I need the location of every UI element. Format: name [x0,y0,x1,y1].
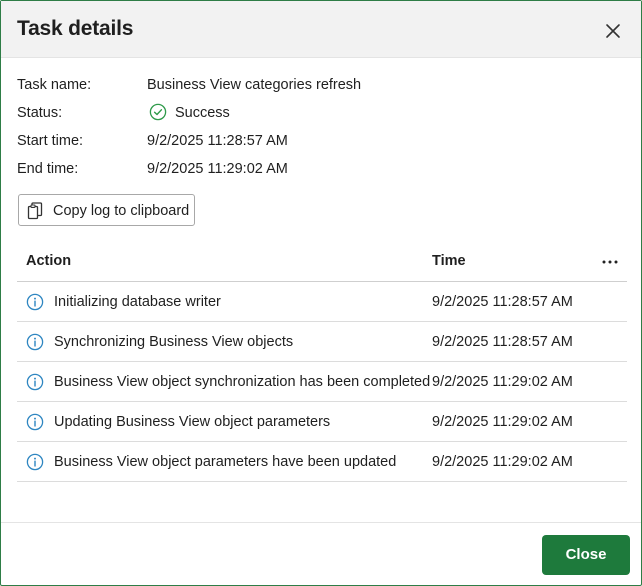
info-icon [26,373,44,391]
dialog-title: Task details [17,17,134,40]
row-action: Business View object parameters have bee… [54,454,397,470]
info-icon [26,293,44,311]
column-header-time[interactable]: Time [432,253,466,269]
row-time: 9/2/2025 11:29:02 AM [432,454,573,470]
table-row[interactable]: Updating Business View object parameters… [17,402,627,442]
task-name-label: Task name: [17,77,92,93]
table-row[interactable]: Initializing database writer 9/2/2025 11… [17,282,627,322]
copy-log-label: Copy log to clipboard [53,203,190,219]
status-label: Status: [17,105,63,121]
more-horizontal-icon[interactable] [601,251,619,271]
row-time: 9/2/2025 11:29:02 AM [432,374,573,390]
start-time-row: Start time: 9/2/2025 11:28:57 AM [17,129,617,157]
column-header-action[interactable]: Action [26,253,71,269]
copy-log-button[interactable]: Copy log to clipboard [18,194,195,226]
dialog-header: Task details [1,1,641,58]
clipboard-icon [27,202,43,220]
row-action: Updating Business View object parameters [54,414,331,430]
table-row[interactable]: Business View object synchronization has… [17,362,627,402]
close-icon[interactable] [601,19,625,43]
end-time-label: End time: [17,161,79,177]
start-time-value: 9/2/2025 11:28:57 AM [147,133,288,149]
task-name-value: Business View categories refresh [147,77,362,93]
task-name-row: Task name: Business View categories refr… [17,73,617,101]
table-header: Action Time [17,241,627,282]
footer-divider [1,522,641,523]
status-row: Status: Success [17,101,617,129]
status-value: Success [175,105,230,121]
info-icon [26,453,44,471]
start-time-label: Start time: [17,133,84,149]
info-icon [26,333,44,351]
row-action: Synchronizing Business View objects [54,334,294,350]
row-action: Business View object synchronization has… [54,374,431,390]
table-row[interactable]: Synchronizing Business View objects 9/2/… [17,322,627,362]
task-details-dialog: Task details Task name: Business View ca… [0,0,642,586]
end-time-value: 9/2/2025 11:29:02 AM [147,161,288,177]
check-circle-icon [149,103,167,121]
end-time-row: End time: 9/2/2025 11:29:02 AM [17,157,617,185]
row-time: 9/2/2025 11:28:57 AM [432,294,573,310]
row-time: 9/2/2025 11:29:02 AM [432,414,573,430]
task-info: Task name: Business View categories refr… [17,73,617,185]
row-action: Initializing database writer [54,294,221,310]
task-log-table: Action Time Initializing database writer… [17,241,627,482]
close-button[interactable]: Close [542,535,630,575]
row-time: 9/2/2025 11:28:57 AM [432,334,573,350]
table-row[interactable]: Business View object parameters have bee… [17,442,627,482]
info-icon [26,413,44,431]
